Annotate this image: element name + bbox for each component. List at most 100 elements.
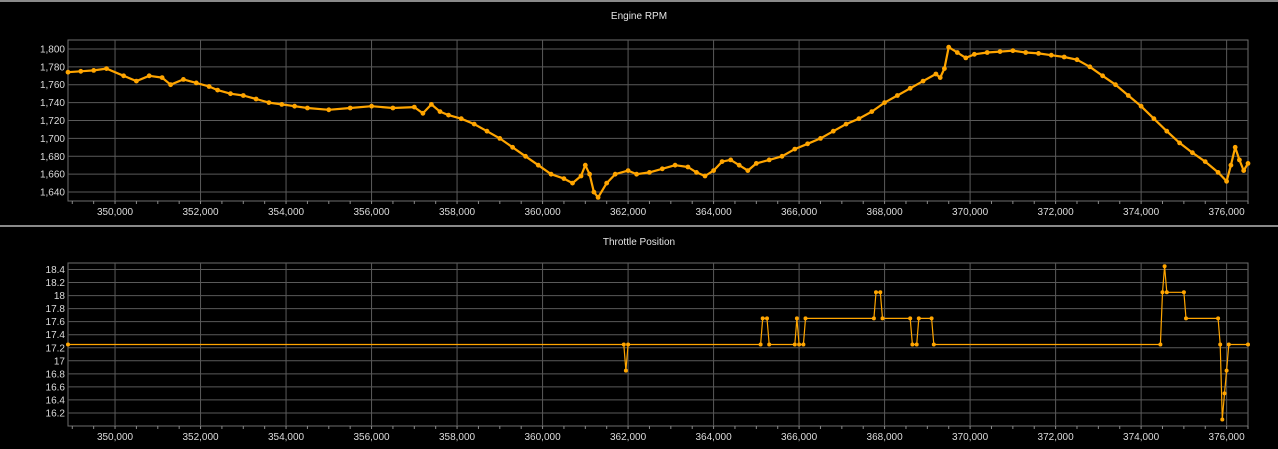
x-tick-label: 360,000 bbox=[524, 432, 561, 443]
data-point bbox=[933, 71, 939, 77]
data-point bbox=[484, 128, 490, 134]
data-point bbox=[390, 105, 396, 111]
data-point bbox=[146, 73, 152, 79]
data-point bbox=[458, 116, 464, 122]
data-point bbox=[946, 44, 952, 50]
data-point bbox=[765, 316, 769, 321]
data-point bbox=[1100, 73, 1105, 79]
data-point bbox=[1061, 54, 1067, 60]
data-point bbox=[794, 316, 799, 321]
throttle-position-panel: Throttle Position 350,000 352,000 354,000 3… bbox=[0, 225, 1278, 449]
data-point bbox=[1246, 342, 1250, 347]
y-tick-label: 16.4 bbox=[46, 395, 66, 406]
data-point bbox=[805, 141, 810, 147]
y-tick-label: 1,720 bbox=[40, 116, 65, 127]
data-point bbox=[253, 96, 259, 102]
data-point bbox=[702, 173, 708, 179]
x-tick-label: 370,000 bbox=[952, 432, 989, 443]
x-tick-label: 350,000 bbox=[97, 207, 134, 218]
data-point bbox=[914, 342, 919, 347]
data-point bbox=[168, 82, 174, 88]
data-point bbox=[266, 100, 272, 105]
data-point bbox=[1190, 150, 1195, 156]
x-tick-label: 366,000 bbox=[781, 207, 818, 218]
data-point bbox=[1241, 168, 1247, 174]
data-point bbox=[446, 112, 451, 118]
y-tick-label: 1,740 bbox=[40, 98, 65, 109]
data-point bbox=[1160, 290, 1165, 295]
data-point bbox=[882, 100, 887, 105]
data-point bbox=[595, 195, 601, 200]
x-tick-label: 362,000 bbox=[610, 207, 647, 218]
data-point bbox=[792, 342, 797, 347]
data-point bbox=[954, 50, 960, 55]
y-tick-label: 1,780 bbox=[40, 62, 65, 73]
x-tick-label: 374,000 bbox=[1123, 207, 1160, 218]
x-tick-label: 354,000 bbox=[268, 207, 305, 218]
data-point bbox=[65, 69, 71, 75]
x-tick-label: 376,000 bbox=[1209, 432, 1246, 443]
data-point bbox=[206, 84, 212, 89]
data-point bbox=[1245, 161, 1251, 166]
data-point bbox=[578, 173, 584, 179]
y-tick-label: 17.8 bbox=[46, 304, 66, 315]
data-point bbox=[916, 316, 921, 321]
x-tick-label: 374,000 bbox=[1123, 432, 1160, 443]
data-point bbox=[937, 75, 943, 80]
y-tick-label: 1,700 bbox=[40, 134, 65, 145]
data-point bbox=[766, 157, 772, 163]
data-point bbox=[591, 189, 597, 195]
data-point bbox=[1023, 50, 1029, 55]
data-point bbox=[305, 105, 310, 111]
y-tick-label: 1,660 bbox=[40, 170, 65, 181]
data-point bbox=[1087, 64, 1093, 70]
data-point bbox=[963, 55, 969, 61]
data-point bbox=[523, 153, 528, 159]
data-point bbox=[797, 342, 802, 347]
data-point bbox=[753, 161, 759, 166]
data-point bbox=[570, 180, 575, 186]
data-point bbox=[612, 171, 618, 177]
data-point bbox=[972, 51, 977, 57]
data-point bbox=[736, 162, 742, 168]
data-point bbox=[1181, 290, 1186, 295]
y-tick-label: 18 bbox=[54, 291, 66, 302]
data-point bbox=[66, 342, 70, 347]
data-point bbox=[984, 50, 990, 55]
data-point bbox=[78, 68, 84, 74]
data-point bbox=[779, 153, 785, 159]
data-point bbox=[694, 170, 699, 175]
x-tick-label: 354,000 bbox=[268, 432, 305, 443]
data-point bbox=[1226, 342, 1231, 347]
data-point bbox=[1036, 51, 1041, 56]
data-point bbox=[1158, 342, 1163, 347]
data-point bbox=[880, 316, 885, 321]
data-point bbox=[1151, 116, 1157, 122]
throttle-position-chart[interactable]: 350,000 352,000 354,000 356,000 358,000 360,0… bbox=[0, 227, 1278, 449]
data-point bbox=[582, 162, 588, 168]
data-point bbox=[91, 68, 97, 73]
series-line-1-0 bbox=[68, 265, 1248, 421]
data-point bbox=[1232, 144, 1238, 150]
data-point bbox=[878, 290, 883, 295]
data-point bbox=[856, 116, 862, 122]
data-point bbox=[711, 168, 716, 174]
data-point bbox=[1224, 178, 1229, 184]
x-tick-label: 370,000 bbox=[952, 207, 989, 218]
series-line-0-0 bbox=[67, 46, 1249, 199]
data-point bbox=[604, 180, 610, 186]
data-point bbox=[369, 103, 374, 109]
data-point bbox=[1113, 82, 1118, 88]
data-point bbox=[548, 171, 554, 177]
data-point bbox=[871, 316, 876, 321]
data-point bbox=[869, 109, 875, 114]
y-tick-label: 16.6 bbox=[46, 382, 66, 393]
x-tick-label: 368,000 bbox=[867, 432, 904, 443]
y-tick-label: 18.4 bbox=[46, 265, 66, 276]
engine-rpm-chart[interactable]: 350,000 352,000 354,000 356,000 358,000 360,0… bbox=[0, 2, 1278, 225]
data-point bbox=[920, 78, 926, 84]
data-point bbox=[292, 103, 297, 109]
data-point bbox=[1220, 417, 1225, 422]
x-tick-label: 368,000 bbox=[867, 207, 904, 218]
data-point bbox=[411, 104, 417, 110]
